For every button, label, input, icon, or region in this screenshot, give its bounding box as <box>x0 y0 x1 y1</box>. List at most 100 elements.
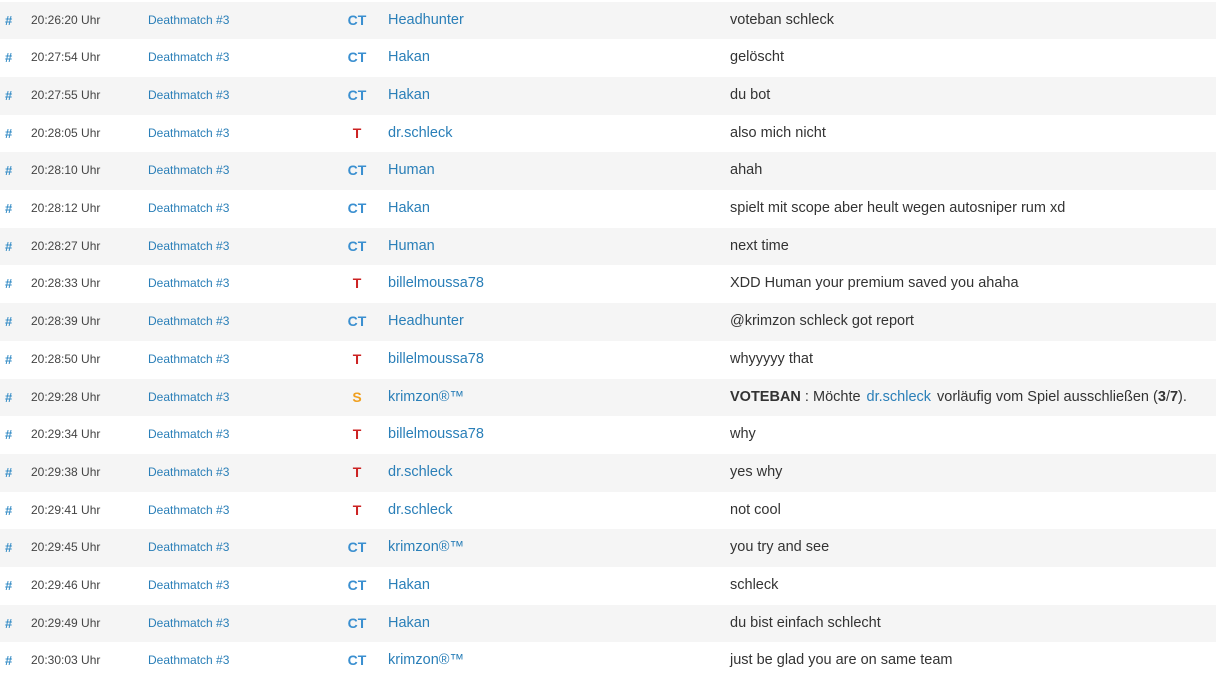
permalink-hash[interactable]: # <box>5 190 12 228</box>
timestamp: 20:28:05 Uhr <box>31 125 101 140</box>
server-link[interactable]: Deathmatch #3 <box>148 265 229 303</box>
player-link[interactable]: Headhunter <box>388 2 464 40</box>
server-link[interactable]: Deathmatch #3 <box>148 642 229 680</box>
chat-row: #20:30:03 Uhr Deathmatch #3 CT krimzon®™ jus… <box>0 642 1216 680</box>
team-badge: CT <box>347 313 367 330</box>
permalink-hash[interactable]: # <box>5 77 12 115</box>
player-link[interactable]: billelmoussa78 <box>388 341 484 379</box>
chat-message: gelöscht <box>730 49 785 66</box>
permalink-hash[interactable]: # <box>5 529 12 567</box>
vote-total: 7 <box>1169 388 1179 405</box>
chat-message: next time <box>730 237 789 254</box>
timestamp: 20:28:50 Uhr <box>31 351 101 366</box>
team-badge: CT <box>347 539 367 556</box>
voteban-label: VOTEBAN <box>730 388 801 405</box>
permalink-hash[interactable]: # <box>5 379 12 417</box>
timestamp: 20:29:28 Uhr <box>31 389 101 404</box>
server-link[interactable]: Deathmatch #3 <box>148 39 229 77</box>
permalink-hash[interactable]: # <box>5 303 12 341</box>
chat-row: #20:28:10 Uhr Deathmatch #3 CT Human ahah <box>0 152 1216 190</box>
permalink-hash[interactable]: # <box>5 416 12 454</box>
player-link[interactable]: krimzon®™ <box>388 642 464 680</box>
team-badge: CT <box>347 11 367 28</box>
timestamp: 20:27:54 Uhr <box>31 50 101 65</box>
server-link[interactable]: Deathmatch #3 <box>148 492 229 530</box>
chat-row: #20:27:55 Uhr Deathmatch #3 CT Hakan du bot <box>0 76 1216 115</box>
vote-count: 3 <box>1157 388 1166 405</box>
team-badge: T <box>352 426 362 443</box>
chat-row: #20:29:49 Uhr Deathmatch #3 CT Hakan du bist… <box>0 604 1216 643</box>
permalink-hash[interactable]: # <box>5 39 12 77</box>
timestamp: 20:30:03 Uhr <box>31 653 101 668</box>
server-link[interactable]: Deathmatch #3 <box>148 567 229 605</box>
timestamp: 20:28:39 Uhr <box>31 314 101 329</box>
chat-message: voteban schleck <box>730 11 834 28</box>
permalink-hash[interactable]: # <box>5 341 12 379</box>
server-link[interactable]: Deathmatch #3 <box>148 379 229 417</box>
chat-row: #20:29:34 Uhr Deathmatch #3 Tbillelmoussa7… <box>0 416 1216 454</box>
permalink-hash[interactable]: # <box>5 265 12 303</box>
chat-message: why <box>730 426 756 443</box>
player-link[interactable]: dr.schleck <box>388 454 452 492</box>
vote-text-post: vorläufig vom Spiel ausschließen ( <box>937 388 1158 405</box>
chat-row: #20:28:27 Uhr Deathmatch #3 CT Human next ti… <box>0 227 1216 266</box>
chat-row: #20:29:45 Uhr Deathmatch #3 CT krimzon®™ you… <box>0 529 1216 567</box>
permalink-hash[interactable]: # <box>5 115 12 153</box>
player-link[interactable]: billelmoussa78 <box>388 416 484 454</box>
player-link[interactable]: dr.schleck <box>388 115 452 153</box>
team-badge: CT <box>347 200 367 216</box>
server-link[interactable]: Deathmatch #3 <box>148 341 229 379</box>
server-link[interactable]: Deathmatch #3 <box>148 190 229 228</box>
permalink-hash[interactable]: # <box>5 2 12 40</box>
vote-text-end: ). <box>1178 388 1187 405</box>
team-badge: S <box>352 388 362 405</box>
chat-row: #20:29:41 Uhr Deathmatch #3 Tdr.schleck not… <box>0 491 1216 530</box>
player-link[interactable]: dr.schleck <box>388 492 452 530</box>
player-link[interactable]: Headhunter <box>388 303 464 341</box>
player-link[interactable]: Hakan <box>388 190 430 228</box>
chat-message: yes why <box>730 463 783 480</box>
player-link[interactable]: Hakan <box>388 77 430 115</box>
chat-row: #20:29:28 Uhr Deathmatch #3 Skrimzon®™ VOTE… <box>0 378 1216 417</box>
timestamp: 20:28:10 Uhr <box>31 163 101 178</box>
player-link[interactable]: Hakan <box>388 567 430 605</box>
player-link[interactable]: krimzon®™ <box>388 529 464 567</box>
chat-row: #20:28:50 Uhr Deathmatch #3 Tbillelmoussa7… <box>0 340 1216 379</box>
permalink-hash[interactable]: # <box>5 492 12 530</box>
server-link[interactable]: Deathmatch #3 <box>148 416 229 454</box>
permalink-hash[interactable]: # <box>5 567 12 605</box>
team-badge: CT <box>347 162 367 179</box>
server-link[interactable]: Deathmatch #3 <box>148 115 229 153</box>
chat-message: du bot <box>730 86 771 103</box>
server-link[interactable]: Deathmatch #3 <box>148 303 229 341</box>
chat-message: also mich nicht <box>730 124 826 141</box>
server-link[interactable]: Deathmatch #3 <box>148 454 229 492</box>
player-link[interactable]: Hakan <box>388 605 430 643</box>
server-link[interactable]: Deathmatch #3 <box>148 152 229 190</box>
server-link[interactable]: Deathmatch #3 <box>148 228 229 266</box>
chat-message: du bist einfach schlecht <box>730 614 881 631</box>
vote-target-link[interactable]: dr.schleck <box>867 389 931 405</box>
chat-row: #20:26:20 Uhr Deathmatch #3 CT Headhunter vo… <box>0 1 1216 40</box>
server-link[interactable]: Deathmatch #3 <box>148 529 229 567</box>
permalink-hash[interactable]: # <box>5 228 12 266</box>
player-link[interactable]: billelmoussa78 <box>388 265 484 303</box>
team-badge: CT <box>347 49 367 66</box>
server-link[interactable]: Deathmatch #3 <box>148 77 229 115</box>
permalink-hash[interactable]: # <box>5 152 12 190</box>
permalink-hash[interactable]: # <box>5 454 12 492</box>
player-link[interactable]: Hakan <box>388 39 430 77</box>
server-link[interactable]: Deathmatch #3 <box>148 605 229 643</box>
permalink-hash[interactable]: # <box>5 605 12 643</box>
chat-message: whyyyyy that <box>730 350 813 367</box>
player-link[interactable]: Human <box>388 152 435 190</box>
chat-row: #20:28:12 Uhr Deathmatch #3 CT Hakan spielt … <box>0 190 1216 228</box>
permalink-hash[interactable]: # <box>5 642 12 680</box>
player-link[interactable]: Human <box>388 228 435 266</box>
player-link[interactable]: krimzon®™ <box>388 379 464 417</box>
server-link[interactable]: Deathmatch #3 <box>148 2 229 40</box>
team-badge: CT <box>347 577 367 593</box>
vote-text-pre: : Möchte <box>800 388 861 405</box>
timestamp: 20:26:20 Uhr <box>31 12 101 27</box>
chat-message: VOTEBAN : Möchte dr.schleck vorläufig vom … <box>730 379 1187 417</box>
